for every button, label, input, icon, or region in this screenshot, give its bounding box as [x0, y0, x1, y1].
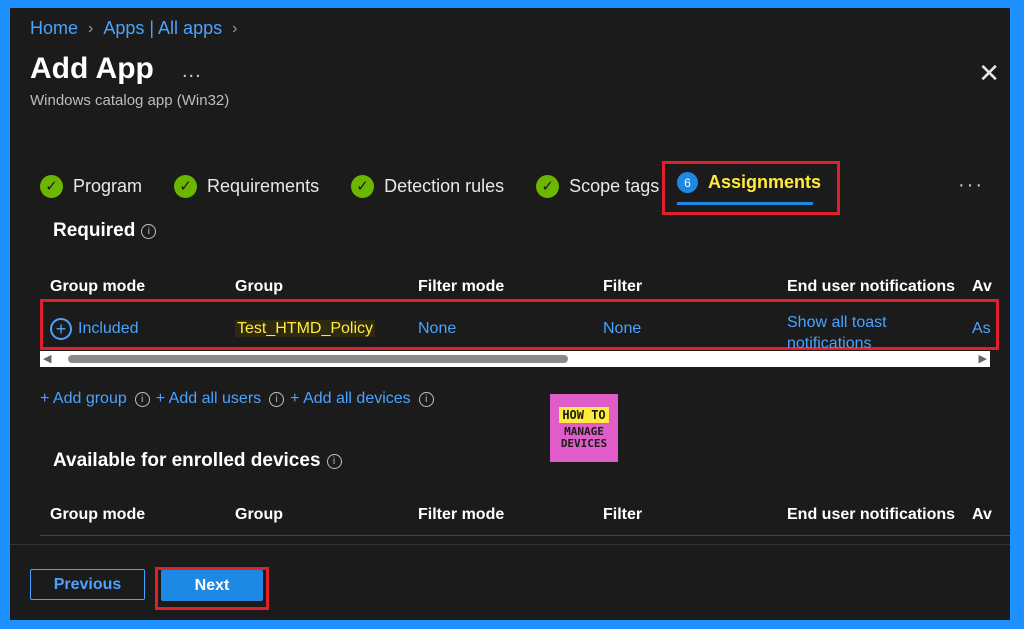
column-header-filter-mode[interactable]: Filter mode	[418, 506, 504, 524]
required-section-title: Required i	[53, 220, 157, 242]
tab-label: Detection rules	[384, 175, 505, 196]
available-section-title: Available for enrolled devices i	[53, 450, 342, 472]
active-tab-indicator	[677, 202, 813, 205]
group-mode-value: Included	[78, 320, 139, 338]
checkmark-icon: ✓	[351, 174, 375, 198]
tab-assignments[interactable]: 6 Assignments	[662, 161, 840, 215]
add-all-users-link[interactable]: + Add all users	[156, 390, 261, 408]
wizard-steps: ✓ Program ✓ Requirements ✓ Detection rul…	[40, 166, 691, 206]
logo-line3: DEVICES	[560, 436, 608, 450]
chevron-right-icon: ›	[88, 19, 94, 37]
add-app-panel: Home › Apps | All apps › Add App ... Win…	[10, 8, 1010, 620]
tab-detection-rules[interactable]: ✓ Detection rules	[351, 174, 505, 198]
group-name: Test_HTMD_Policy	[235, 320, 376, 337]
available-table-header: Group mode Group Filter mode Filter End …	[50, 506, 1010, 530]
scrollbar-thumb[interactable]	[68, 355, 568, 363]
close-icon[interactable]: ✕	[978, 60, 1000, 86]
column-header-end-user-notifications[interactable]: End user notifications	[787, 278, 955, 296]
chevron-right-icon: ›	[232, 19, 238, 37]
breadcrumb-home[interactable]: Home	[30, 18, 78, 39]
page-subtitle: Windows catalog app (Win32)	[30, 92, 230, 109]
info-icon[interactable]: i	[418, 391, 434, 407]
column-header-availability[interactable]: Av	[972, 506, 992, 524]
column-header-filter-mode[interactable]: Filter mode	[418, 278, 504, 296]
add-links-bar: + Add group i + Add all users i + Add al…	[40, 390, 434, 408]
end-user-notifications-cell[interactable]: Show all toast notifications	[787, 312, 887, 354]
tab-label: Program	[73, 175, 143, 196]
breadcrumb-apps[interactable]: Apps | All apps	[103, 18, 222, 39]
tab-scope-tags[interactable]: ✓ Scope tags	[536, 174, 660, 198]
logo-line1: HOW TO	[559, 406, 609, 423]
group-cell: Test_HTMD_Policy	[235, 320, 376, 338]
step-number-badge: 6	[677, 172, 698, 193]
notifications-line1: Show all toast	[787, 314, 887, 331]
info-icon[interactable]: i	[141, 223, 157, 239]
horizontal-scrollbar[interactable]: ◀ ▶	[40, 351, 990, 367]
next-button[interactable]: Next	[161, 570, 263, 601]
section-title-text: Available for enrolled devices	[53, 450, 321, 471]
divider	[40, 535, 1010, 536]
add-group-link[interactable]: + Add group	[40, 390, 127, 408]
column-header-filter[interactable]: Filter	[603, 506, 642, 524]
filter-cell[interactable]: None	[603, 320, 641, 338]
column-header-end-user-notifications[interactable]: End user notifications	[787, 506, 955, 524]
breadcrumb: Home › Apps | All apps ›	[30, 18, 237, 39]
column-header-filter[interactable]: Filter	[603, 278, 642, 296]
checkmark-icon: ✓	[40, 174, 63, 198]
info-icon[interactable]: i	[326, 453, 342, 469]
scroll-left-icon[interactable]: ◀	[43, 352, 51, 365]
page-title: Add App	[30, 52, 154, 85]
group-mode-cell[interactable]: + Included	[50, 318, 139, 340]
tab-program[interactable]: ✓ Program	[40, 174, 143, 198]
column-header-group-mode[interactable]: Group mode	[50, 506, 145, 524]
column-header-group[interactable]: Group	[235, 278, 283, 296]
availability-cell[interactable]: As	[972, 320, 991, 338]
checkmark-icon: ✓	[174, 174, 198, 198]
column-header-availability[interactable]: Av	[972, 278, 992, 296]
checkmark-icon: ✓	[536, 174, 560, 198]
previous-button[interactable]: Previous	[30, 569, 145, 600]
column-header-group-mode[interactable]: Group mode	[50, 278, 145, 296]
notifications-line2: notifications	[787, 335, 872, 352]
section-title-text: Required	[53, 220, 136, 241]
more-options-icon[interactable]: ...	[182, 60, 202, 83]
column-header-group[interactable]: Group	[235, 506, 283, 524]
logo-line2: MANAGE	[564, 424, 604, 438]
footer-divider	[10, 544, 1010, 545]
tab-requirements[interactable]: ✓ Requirements	[174, 174, 320, 198]
filter-mode-cell[interactable]: None	[418, 320, 456, 338]
more-tabs-icon[interactable]: ···	[958, 174, 984, 197]
scroll-right-icon[interactable]: ▶	[979, 352, 987, 365]
info-icon[interactable]: i	[269, 391, 285, 407]
howto-manage-devices-logo: HOW TO MANAGE DEVICES	[550, 394, 618, 462]
tab-label: Scope tags	[569, 175, 660, 196]
plus-circle-icon: +	[50, 318, 72, 340]
tab-label: Assignments	[708, 172, 822, 192]
add-all-devices-link[interactable]: + Add all devices	[290, 390, 411, 408]
info-icon[interactable]: i	[134, 391, 150, 407]
tab-label: Requirements	[207, 175, 320, 196]
